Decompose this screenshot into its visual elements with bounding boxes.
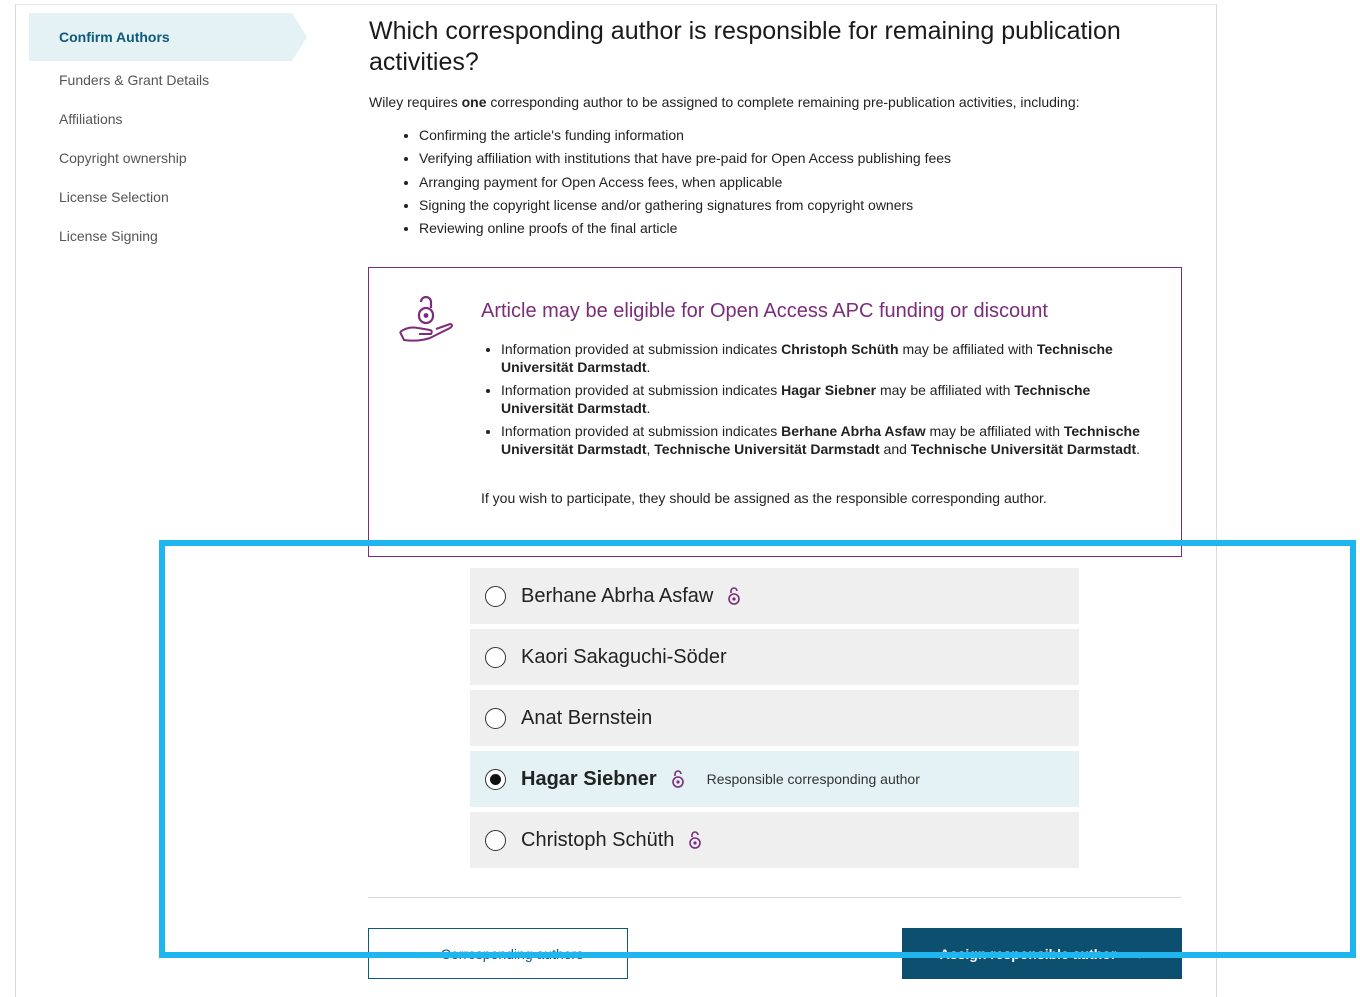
author-option[interactable]: Christoph Schüth — [470, 812, 1079, 868]
list-item: Arranging payment for Open Access fees, … — [419, 171, 1181, 194]
notice-heading: Article may be eligible for Open Access … — [481, 300, 1048, 322]
author-name: Kaori Sakaguchi-Söder — [521, 645, 727, 668]
list-item: Confirming the article's funding informa… — [419, 124, 1181, 147]
open-lock-icon — [728, 587, 741, 605]
radio-button-checked[interactable] — [485, 768, 506, 790]
eligibility-list: Information provided at submission indic… — [501, 341, 1151, 464]
sidebar-item-license-signing[interactable]: License Signing — [29, 217, 309, 256]
responsible-author-label: Responsible corresponding author — [706, 771, 920, 787]
sidebar-item-license-selection[interactable]: License Selection — [29, 178, 309, 217]
open-access-notice: Article may be eligible for Open Access … — [368, 267, 1182, 557]
activity-list: Confirming the article's funding informa… — [369, 124, 1181, 240]
sidebar-item-affiliations[interactable]: Affiliations — [29, 100, 309, 139]
author-option[interactable]: Kaori Sakaguchi-Söder — [470, 629, 1079, 685]
list-item: Signing the copyright license and/or gat… — [419, 194, 1181, 217]
page-title: Which corresponding author is responsibl… — [369, 17, 1121, 76]
sidebar-item-funders[interactable]: Funders & Grant Details — [29, 61, 309, 100]
list-item: Information provided at submission indic… — [501, 341, 1151, 376]
sidebar-item-copyright[interactable]: Copyright ownership — [29, 139, 309, 178]
list-item: Verifying affiliation with institutions … — [419, 147, 1181, 170]
intro-text: Wiley requires one corresponding author … — [369, 94, 1080, 110]
author-option-selected[interactable]: Hagar Siebner Responsible corresponding … — [470, 751, 1079, 807]
radio-button[interactable] — [485, 646, 506, 668]
divider — [368, 897, 1181, 898]
radio-button[interactable] — [485, 707, 506, 729]
list-item: Information provided at submission indic… — [501, 423, 1151, 458]
open-lock-hand-icon — [399, 296, 453, 342]
progress-sidebar: Confirm Authors Funders & Grant Details … — [29, 13, 309, 256]
back-button-label: Corresponding authors — [440, 945, 584, 962]
open-lock-icon — [689, 831, 702, 849]
radio-button[interactable] — [485, 585, 506, 607]
author-radio-group: Berhane Abrha Asfaw Kaori Sakaguchi-Söde… — [470, 568, 1079, 873]
notice-footer: If you wish to participate, they should … — [481, 490, 1047, 506]
author-option[interactable]: Anat Bernstein — [470, 690, 1079, 746]
radio-button[interactable] — [485, 829, 506, 851]
author-name: Anat Bernstein — [521, 706, 653, 729]
assign-author-button[interactable]: Assign responsible author → — [902, 928, 1182, 979]
back-button[interactable]: ← Corresponding authors — [368, 928, 628, 979]
radio-dot — [490, 773, 501, 785]
sidebar-item-confirm-authors[interactable]: Confirm Authors — [29, 13, 307, 61]
author-option[interactable]: Berhane Abrha Asfaw — [470, 568, 1079, 624]
assign-button-label: Assign responsible author — [939, 945, 1117, 962]
list-item: Information provided at submission indic… — [501, 382, 1151, 417]
main-content: Which corresponding author is responsibl… — [369, 16, 1181, 240]
author-name: Hagar Siebner — [521, 767, 657, 790]
list-item: Reviewing online proofs of the final art… — [419, 217, 1181, 240]
open-lock-icon — [671, 770, 684, 788]
author-name: Christoph Schüth — [521, 828, 675, 851]
author-name: Berhane Abrha Asfaw — [521, 584, 714, 607]
arrow-left-icon: ← — [412, 945, 427, 962]
arrow-right-icon: → — [1130, 945, 1145, 962]
